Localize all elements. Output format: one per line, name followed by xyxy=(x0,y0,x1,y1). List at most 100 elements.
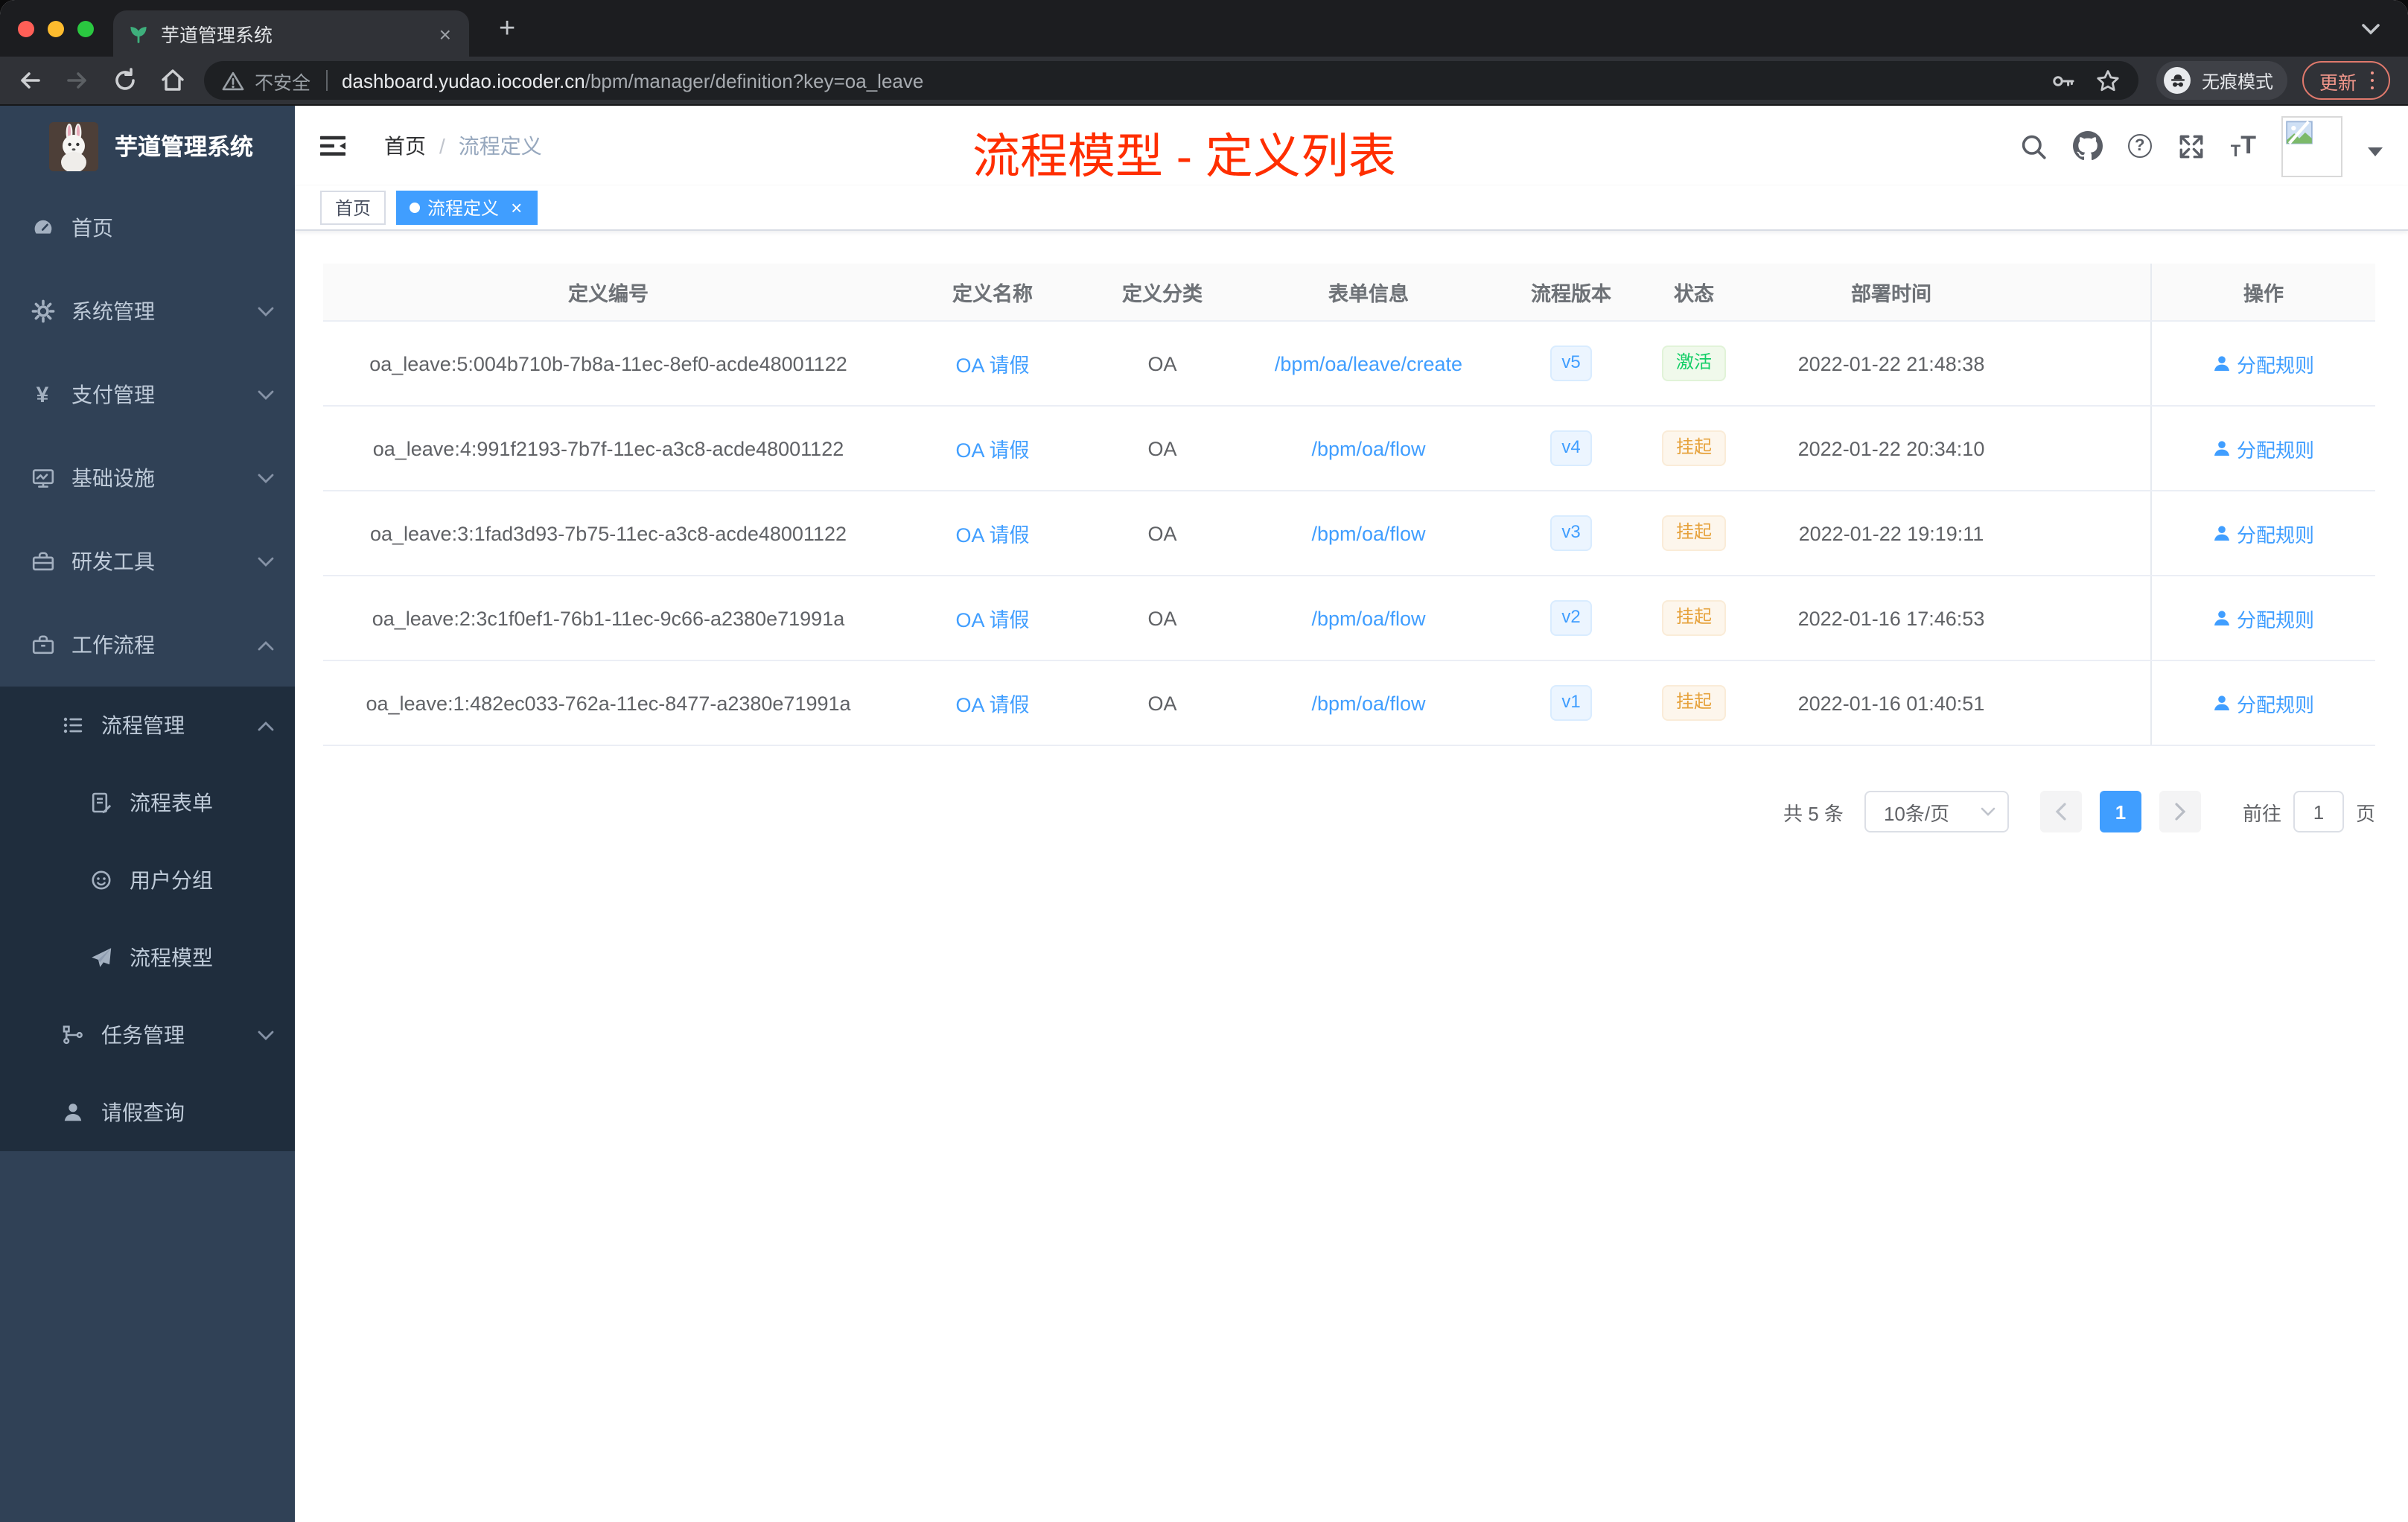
yen-icon: ¥ xyxy=(36,382,49,407)
browser-update-button[interactable]: 更新 xyxy=(2302,61,2390,100)
person-icon xyxy=(2214,695,2229,710)
breadcrumb: 首页 / 流程定义 xyxy=(384,131,542,161)
assign-rule-button[interactable]: 分配规则 xyxy=(2213,689,2314,717)
definition-name-link[interactable]: OA 请假 xyxy=(955,433,1029,463)
sidebar-item-dev-tools[interactable]: 研发工具 xyxy=(0,520,295,603)
version-badge: v2 xyxy=(1549,600,1593,636)
cell-category: OA xyxy=(1147,692,1177,714)
home-icon[interactable] xyxy=(159,67,186,94)
new-tab-button[interactable]: + xyxy=(499,14,515,42)
breadcrumb-home[interactable]: 首页 xyxy=(384,131,426,161)
table-row: oa_leave:4:991f2193-7b7f-11ec-a3c8-acde4… xyxy=(323,407,2375,491)
fullscreen-icon[interactable] xyxy=(2177,132,2205,160)
chevron-down-icon xyxy=(258,389,274,400)
prev-page-button[interactable] xyxy=(2039,791,2082,832)
form-link[interactable]: /bpm/oa/leave/create xyxy=(1275,352,1462,375)
goto-label: 前往 xyxy=(2242,802,2281,824)
window-close-button[interactable] xyxy=(18,20,34,36)
goto-page-input[interactable] xyxy=(2293,791,2344,832)
tag-process-definition[interactable]: 流程定义 × xyxy=(396,191,538,225)
chevron-up-icon xyxy=(258,720,274,730)
user-avatar-broken-image[interactable] xyxy=(2281,115,2342,176)
page-size-select[interactable]: 10条/页 xyxy=(1864,791,2009,832)
sidebar-item-user-group[interactable]: 用户分组 xyxy=(0,841,295,919)
font-size-icon[interactable]: TT xyxy=(2231,131,2256,161)
forward-icon[interactable] xyxy=(64,67,91,94)
sidebar-item-infrastructure[interactable]: 基础设施 xyxy=(0,436,295,520)
sidebar-item-process-model[interactable]: 流程模型 xyxy=(0,919,295,996)
tag-close-icon[interactable]: × xyxy=(511,198,522,217)
sidebar-item-home[interactable]: 首页 xyxy=(0,186,295,270)
person-icon xyxy=(2214,526,2229,541)
form-link[interactable]: /bpm/oa/flow xyxy=(1311,692,1425,714)
cell-filler xyxy=(2033,407,2150,490)
browser-window: 芋道管理系统 × + 不安全 dashboard.yudao.iocoder.c… xyxy=(0,0,2408,1522)
help-icon[interactable]: ? xyxy=(2127,134,2152,158)
table-header-row: 定义编号 定义名称 定义分类 表单信息 流程版本 状态 部署时间 操作 xyxy=(323,264,2375,322)
current-page-button[interactable]: 1 xyxy=(2099,791,2141,832)
status-badge: 挂起 xyxy=(1662,430,1725,466)
next-page-button[interactable] xyxy=(2159,791,2201,832)
definition-name-link[interactable]: OA 请假 xyxy=(955,688,1029,718)
workflow-submenu: 流程管理 流程表单 用户分组 流程模型 任务管理 请假查询 xyxy=(0,687,295,1151)
assign-rule-button[interactable]: 分配规则 xyxy=(2213,604,2314,632)
url-bar[interactable]: 不安全 dashboard.yudao.iocoder.cn/bpm/manag… xyxy=(204,61,2139,100)
bookmark-star-icon[interactable] xyxy=(2096,68,2121,93)
version-badge: v1 xyxy=(1549,685,1593,721)
sidebar-item-payment[interactable]: ¥ 支付管理 xyxy=(0,353,295,436)
window-controls xyxy=(18,20,94,36)
browser-tab[interactable]: 芋道管理系统 × xyxy=(113,10,469,57)
definition-name-link[interactable]: OA 请假 xyxy=(955,603,1029,633)
pagination: 共 5 条 10条/页 1 前往 页 xyxy=(295,791,2375,832)
assign-rule-button[interactable]: 分配规则 xyxy=(2213,519,2314,547)
cell-definition-id: oa_leave:3:1fad3d93-7b75-11ec-a3c8-acde4… xyxy=(369,522,847,544)
form-link[interactable]: /bpm/oa/flow xyxy=(1311,437,1425,459)
form-link[interactable]: /bpm/oa/flow xyxy=(1311,522,1425,544)
sidebar-item-process-management[interactable]: 流程管理 xyxy=(0,687,295,764)
chevron-down-icon xyxy=(258,556,274,567)
definition-name-link[interactable]: OA 请假 xyxy=(955,348,1029,378)
app-logo[interactable]: 芋道管理系统 xyxy=(0,106,295,186)
assign-rule-button[interactable]: 分配规则 xyxy=(2213,349,2314,378)
cell-category: OA xyxy=(1147,437,1177,459)
tab-search-chevron-icon[interactable] xyxy=(2360,22,2381,35)
cell-deploy-time: 2022-01-16 17:46:53 xyxy=(1797,607,1985,629)
window-minimize-button[interactable] xyxy=(48,20,64,36)
sidebar-item-task-management[interactable]: 任务管理 xyxy=(0,996,295,1074)
col-header-definition-name: 定义名称 xyxy=(952,283,1033,305)
security-label[interactable]: 不安全 xyxy=(255,66,310,95)
status-badge: 挂起 xyxy=(1662,685,1725,721)
cell-category: OA xyxy=(1147,607,1177,629)
avatar-dropdown-caret-icon[interactable] xyxy=(2368,147,2383,156)
tab-title: 芋道管理系统 xyxy=(161,25,273,46)
form-link[interactable]: /bpm/oa/flow xyxy=(1311,607,1425,629)
url-text[interactable]: dashboard.yudao.iocoder.cn/bpm/manager/d… xyxy=(342,69,2036,92)
site-favicon xyxy=(130,26,147,42)
sidebar-item-process-form[interactable]: 流程表单 xyxy=(0,764,295,841)
not-secure-warning-icon xyxy=(222,71,244,90)
window-zoom-button[interactable] xyxy=(77,20,94,36)
sidebar-item-system[interactable]: 系统管理 xyxy=(0,270,295,353)
chevron-down-icon xyxy=(258,306,274,316)
chevron-left-icon xyxy=(2055,803,2066,821)
definition-name-link[interactable]: OA 请假 xyxy=(955,518,1029,548)
password-key-icon[interactable] xyxy=(2051,68,2077,93)
app-title: 芋道管理系统 xyxy=(115,136,254,161)
reload-icon[interactable] xyxy=(112,67,138,94)
logo-avatar xyxy=(49,121,98,171)
back-icon[interactable] xyxy=(16,67,43,94)
sidebar-item-workflow[interactable]: 工作流程 xyxy=(0,603,295,687)
sidebar-fold-icon[interactable] xyxy=(320,136,347,156)
tags-view-bar: 首页 流程定义 × xyxy=(295,186,2408,231)
sidebar-item-leave-query[interactable]: 请假查询 xyxy=(0,1074,295,1151)
tag-home[interactable]: 首页 xyxy=(320,191,386,225)
tab-close-icon[interactable]: × xyxy=(436,23,454,44)
chevron-down-icon xyxy=(258,1030,274,1040)
assign-rule-button[interactable]: 分配规则 xyxy=(2213,434,2314,462)
github-icon[interactable] xyxy=(2072,131,2103,161)
search-icon[interactable] xyxy=(2019,132,2048,160)
browser-menu-icon[interactable] xyxy=(2370,71,2374,90)
sidebar: 芋道管理系统 首页 系统管理 ¥ 支付管理 基础设施 研发工具 工作流程 流程管… xyxy=(0,106,295,1522)
status-badge: 挂起 xyxy=(1662,515,1725,551)
breadcrumb-current: 流程定义 xyxy=(458,134,542,158)
